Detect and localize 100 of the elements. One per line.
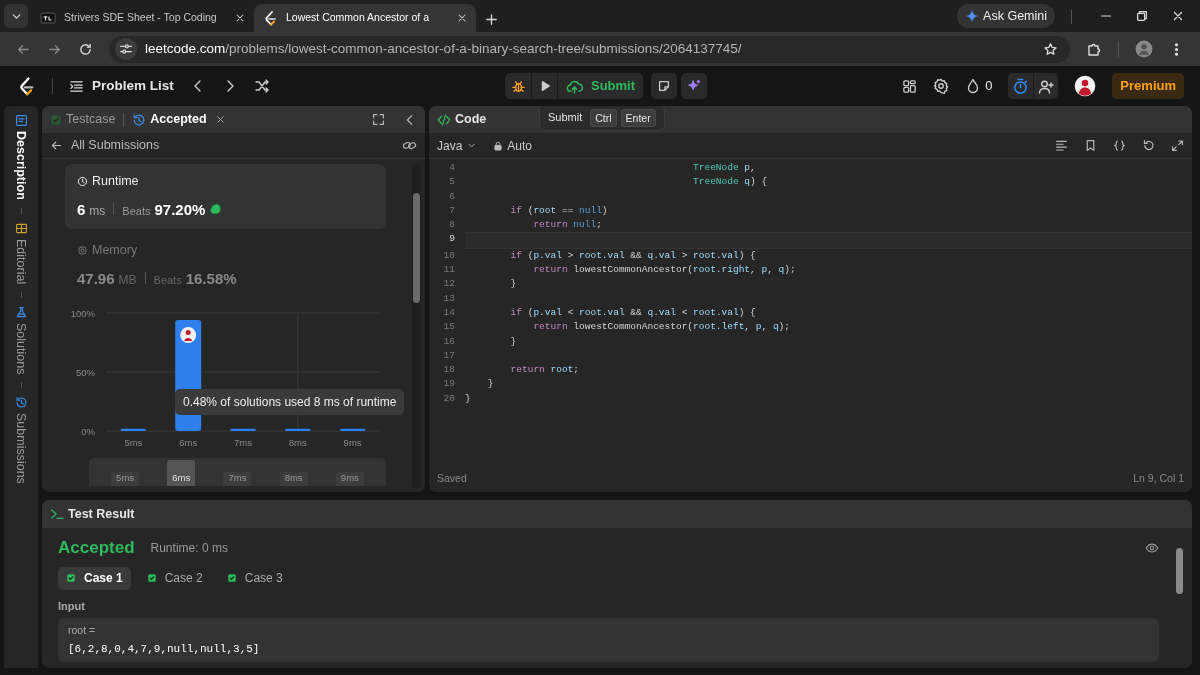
- bookmark-star-icon[interactable]: [1043, 41, 1058, 57]
- range-label: 8ms: [279, 471, 308, 486]
- code-icon: [437, 112, 451, 127]
- shuffle-icon[interactable]: [253, 78, 270, 94]
- fullscreen-icon[interactable]: [372, 113, 385, 126]
- verdict: Accepted: [58, 537, 135, 559]
- bar: [339, 428, 366, 431]
- code-line: TreeNode p,: [692, 161, 757, 175]
- chart-tooltip: 0.48% of solutions used 8 ms of runtime: [175, 388, 405, 415]
- problem-list-button[interactable]: Problem List: [69, 75, 174, 97]
- checkbox-icon: [50, 113, 62, 126]
- premium-button[interactable]: Premium: [1112, 73, 1184, 99]
- site-icon: [40, 10, 56, 26]
- scrollbar[interactable]: [412, 163, 421, 488]
- code-line: if (root == null): [509, 203, 609, 218]
- sidebar-tab[interactable]: Editorial: [11, 221, 31, 284]
- visibility-icon[interactable]: [1145, 540, 1159, 555]
- streak-button[interactable]: 0: [965, 76, 993, 96]
- stat-value: 6: [77, 199, 86, 220]
- line-number: 19: [442, 377, 456, 392]
- restore-icon[interactable]: [1135, 8, 1149, 23]
- code-line: }: [509, 334, 518, 349]
- case-tab[interactable]: Case 2: [138, 566, 211, 590]
- plus-icon: [484, 12, 499, 28]
- line-number: 9: [448, 232, 456, 247]
- add-user-icon: [1038, 78, 1055, 95]
- line-number: 17: [442, 348, 456, 363]
- code-line: if (p.val < root.val && q.val < root.val) {: [509, 305, 757, 320]
- line-number: 6: [448, 189, 456, 204]
- browser-tab[interactable]: Lowest Common Ancestor of a: [254, 4, 476, 32]
- browser-tab[interactable]: Strivers SDE Sheet - Top Coding: [32, 4, 254, 32]
- check-icon: [226, 573, 237, 583]
- beats-value: 97.20%: [154, 199, 206, 220]
- all-submissions-link[interactable]: All Submissions: [50, 136, 160, 155]
- close-icon[interactable]: [456, 12, 468, 24]
- sidebar-tab[interactable]: Submissions: [11, 396, 31, 485]
- braces-icon[interactable]: [1113, 139, 1126, 152]
- x-axis-label: 8ms: [288, 436, 307, 448]
- case-tab[interactable]: Case 3: [218, 566, 291, 590]
- key-cap: Ctrl: [590, 108, 617, 127]
- bookmark-icon[interactable]: [1084, 139, 1097, 152]
- stat-unit: MB: [118, 272, 137, 289]
- code-line: }: [509, 277, 518, 292]
- format-icon[interactable]: [1055, 139, 1068, 152]
- ask-gemini-button[interactable]: Ask Gemini: [957, 4, 1055, 28]
- lock-icon: [493, 140, 504, 151]
- expand-icon[interactable]: [1171, 139, 1184, 152]
- note-icon: [657, 79, 672, 93]
- x-axis-label: 6ms: [179, 436, 198, 448]
- beats-label: Beats: [153, 273, 182, 288]
- line-number: 4: [448, 161, 456, 175]
- key-cap: Enter: [620, 108, 656, 127]
- stopwatch-icon: [1012, 78, 1030, 96]
- input-name: root =: [68, 623, 97, 638]
- line-number: 5: [448, 175, 456, 190]
- code-line: return lowestCommonAncestor(root.left, p, q);: [532, 320, 791, 335]
- tab-title: Lowest Common Ancestor of a: [286, 10, 430, 26]
- language-dropdown[interactable]: Java: [437, 136, 478, 155]
- sidebar-tab[interactable]: Solutions: [11, 305, 31, 375]
- profile-avatar-icon[interactable]: [1135, 40, 1153, 58]
- beats-value: 16.58%: [185, 269, 237, 289]
- runtime-card[interactable]: Runtime 6 ms Beats 97.20%: [65, 164, 386, 230]
- history-icon: [14, 396, 28, 410]
- reload-icon[interactable]: [78, 41, 93, 57]
- settings-icon[interactable]: [933, 78, 950, 94]
- notes-button[interactable]: [651, 73, 678, 99]
- memory-card[interactable]: Memory 47.96 MB Beats 16.58%: [65, 233, 386, 299]
- extensions-icon[interactable]: [1086, 41, 1102, 57]
- list-icon: [69, 78, 84, 94]
- tab-search-button[interactable]: [4, 4, 28, 28]
- code-line: return root;: [509, 363, 581, 378]
- code-line: }: [486, 377, 495, 392]
- bug-icon: [510, 78, 526, 94]
- layout-icon[interactable]: [902, 78, 918, 94]
- range-label: 6ms: [167, 459, 196, 486]
- back-arrow-icon: [50, 139, 63, 152]
- panel-tab[interactable]: Testcase: [50, 110, 116, 129]
- code-line: if (p.val > root.val && q.val > root.val) {: [509, 248, 757, 263]
- line-number: 14: [442, 305, 456, 320]
- close-icon[interactable]: [234, 12, 246, 24]
- y-axis-label: 0%: [81, 425, 95, 436]
- line-number: 16: [442, 334, 456, 349]
- user-avatar-icon[interactable]: [1074, 75, 1097, 97]
- case-tab[interactable]: Case 1: [58, 566, 131, 590]
- ai-button[interactable]: [681, 73, 708, 99]
- description-icon: [14, 114, 28, 127]
- line-number: 15: [442, 320, 456, 335]
- mode-label: Auto: [507, 137, 533, 155]
- close-icon[interactable]: [214, 114, 226, 125]
- site-info-icon[interactable]: [119, 42, 133, 56]
- undo-icon[interactable]: [1142, 139, 1155, 152]
- range-selector[interactable]: 5ms 6ms 7ms 8ms 9ms: [89, 457, 386, 486]
- address-bar[interactable]: leetcode.com/problems/lowest-common-ancestor-of-a-binary-search-tree/submissions/2064137745/: [109, 35, 1070, 63]
- code-line: return null;: [532, 218, 603, 233]
- input-value: [6,2,8,0,4,7,9,null,null,3,5]: [68, 641, 261, 657]
- bar: [230, 428, 256, 431]
- range-label: 9ms: [335, 471, 364, 486]
- runtime-text: Runtime: 0 ms: [150, 539, 228, 557]
- panel-tab[interactable]: Accepted: [132, 110, 207, 129]
- sidebar-tab[interactable]: Description: [11, 114, 31, 200]
